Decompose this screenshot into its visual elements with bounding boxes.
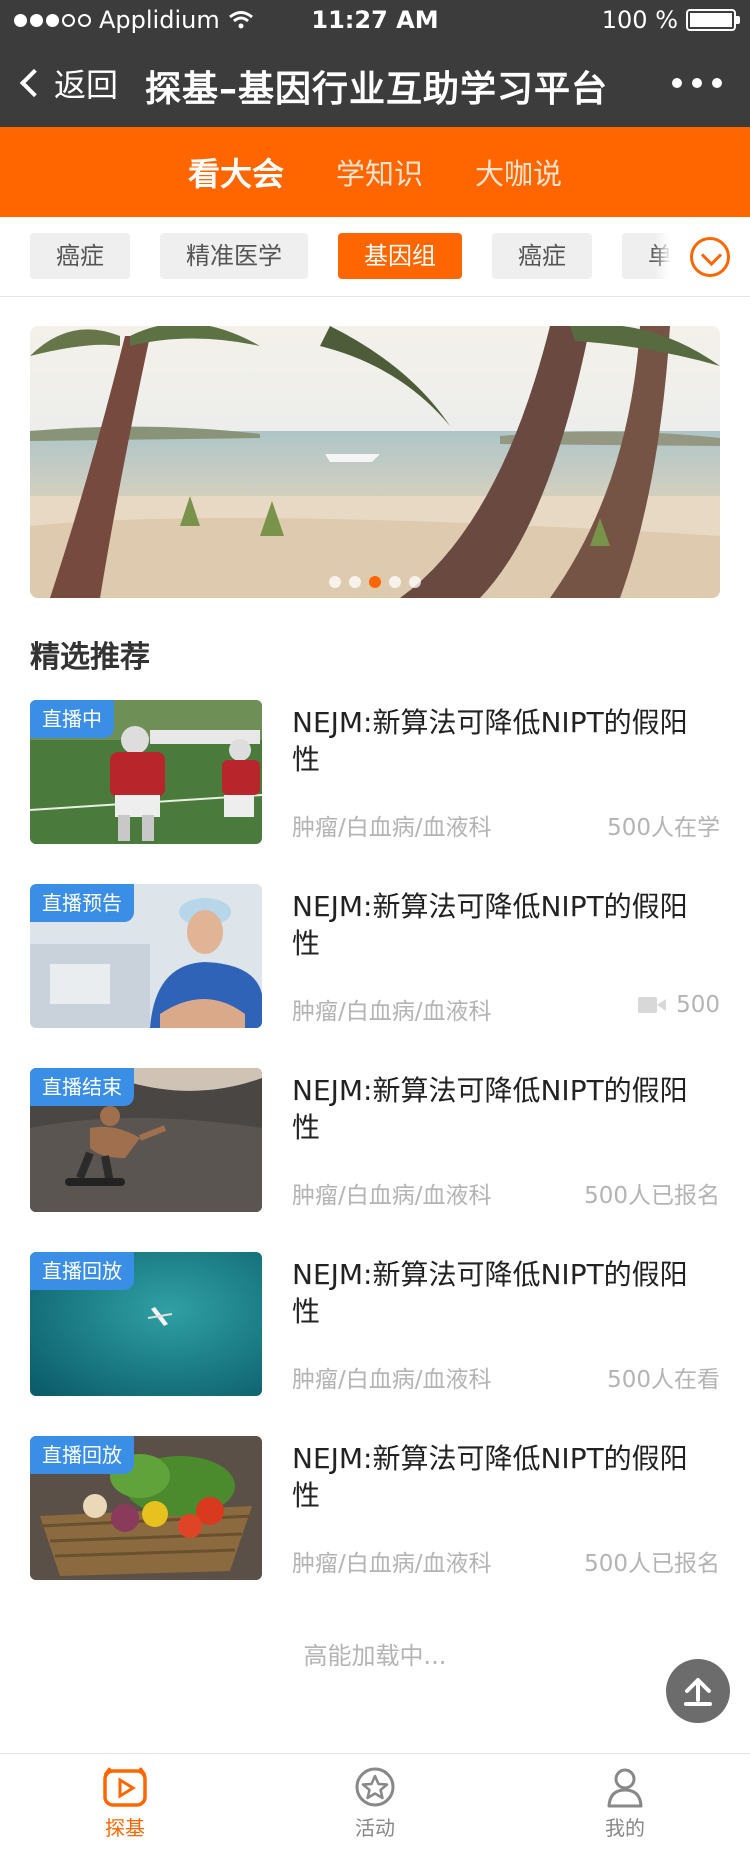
page-title: 探基–基因行业互助学习平台 — [145, 69, 609, 110]
bottom-tab-explore[interactable]: 探基 — [0, 1754, 250, 1851]
item-title: NEJM:新算法可降低NIPT的假阳性 — [292, 1074, 688, 1144]
item-tags: 肿瘤/白血病/血液科 — [292, 1367, 492, 1393]
live-status-badge: 直播中 — [30, 700, 114, 738]
item-stat: 500人在学 — [607, 808, 720, 842]
live-status-badge: 直播回放 — [30, 1436, 134, 1474]
bottom-tab-label: 我的 — [605, 1816, 645, 1840]
thumbnail-vegetables: 直播回放 — [30, 1436, 262, 1580]
chevron-down-icon — [690, 237, 730, 277]
category-bar: 癌症 精准医学 基因组 癌症 单细胞 — [0, 217, 750, 297]
tab-learn-knowledge[interactable]: 学知识 — [336, 151, 423, 193]
category-chip[interactable]: 癌症 — [492, 233, 592, 279]
back-button[interactable]: 返回 — [18, 60, 118, 106]
chevron-left-icon — [19, 68, 49, 98]
item-tags: 肿瘤/白血病/血液科 — [292, 815, 492, 841]
battery-percent: 100 % — [601, 6, 678, 34]
item-stat: 500人已报名 — [584, 1544, 720, 1578]
bottom-tab-bar: 探基 活动 我的 — [0, 1753, 750, 1851]
bottom-tab-label: 活动 — [355, 1816, 395, 1840]
category-chip[interactable]: 精准医学 — [160, 233, 308, 279]
item-stat-text: 500人已报名 — [584, 1183, 720, 1209]
category-chip[interactable]: 基因组 — [338, 233, 462, 279]
item-tags: 肿瘤/白血病/血液科 — [292, 1183, 492, 1209]
banner-carousel[interactable] — [30, 326, 720, 598]
top-bar: Applidium 11:27 AM 100 % 返回 探基–基因行业互助学习平… — [0, 0, 750, 127]
carousel-dot[interactable] — [349, 576, 361, 588]
beach-palm-banner-image — [30, 326, 720, 598]
item-stat: 500 — [638, 992, 720, 1018]
category-chip[interactable]: 癌症 — [30, 233, 130, 279]
battery-icon — [686, 9, 740, 31]
live-status-badge: 直播预告 — [30, 884, 134, 922]
thumbnail-skater: 直播结束 — [30, 1068, 262, 1212]
video-camera-icon — [638, 996, 667, 1014]
item-stat: 500人在看 — [607, 1360, 720, 1394]
list-item[interactable]: 直播预告 NEJM:新算法可降低NIPT的假阳性 肿瘤/白血病/血液科 500 — [30, 884, 720, 1068]
bottom-tab-profile[interactable]: 我的 — [500, 1754, 750, 1851]
back-to-top-button[interactable] — [666, 1659, 730, 1723]
primary-tabs: 看大会 学知识 大咖说 — [0, 127, 750, 217]
live-status-badge: 直播回放 — [30, 1252, 134, 1290]
item-stat-text: 500人在学 — [607, 815, 720, 841]
carousel-dot[interactable] — [389, 576, 401, 588]
user-icon — [607, 1768, 643, 1808]
tab-conference[interactable]: 看大会 — [188, 149, 284, 195]
item-tags: 肿瘤/白血病/血液科 — [292, 999, 492, 1025]
carousel-dot[interactable] — [409, 576, 421, 588]
live-status-badge: 直播结束 — [30, 1068, 134, 1106]
loading-indicator: 高能加载中... — [303, 1642, 447, 1670]
list-item[interactable]: 直播结束 NEJM:新算法可降低NIPT的假阳性 肿瘤/白血病/血液科 500人… — [30, 1068, 720, 1252]
section-title-featured: 精选推荐 — [30, 640, 150, 675]
status-bar: Applidium 11:27 AM 100 % — [0, 0, 750, 40]
item-stat-text: 500人在看 — [607, 1367, 720, 1393]
list-item[interactable]: 直播回放 NEJM:新算法可降低NIPT的假阳性 肿瘤/白血病/血液科 500人… — [30, 1252, 720, 1436]
carousel-pager — [30, 576, 720, 588]
list-item[interactable]: 直播回放 NEJM:新算法可降低NIPT的假阳性 肿瘤/白血病/血液科 500人… — [30, 1436, 720, 1620]
carousel-dot[interactable] — [329, 576, 341, 588]
item-title: NEJM:新算法可降低NIPT的假阳性 — [292, 1442, 688, 1512]
battery-info: 100 % — [601, 6, 740, 34]
item-stat-text: 500人已报名 — [584, 1551, 720, 1577]
bottom-tab-activity[interactable]: 活动 — [250, 1754, 500, 1851]
item-tags: 肿瘤/白血病/血液科 — [292, 1551, 492, 1577]
list-item[interactable]: 直播中 NEJM:新算法可降低NIPT的假阳性 肿瘤/白血病/血液科 500人在… — [30, 700, 720, 884]
item-title: NEJM:新算法可降低NIPT的假阳性 — [292, 890, 688, 960]
item-title: NEJM:新算法可降低NIPT的假阳性 — [292, 1258, 688, 1328]
back-label: 返回 — [54, 66, 119, 104]
category-chip-row: 癌症 精准医学 基因组 癌症 单细胞 — [30, 233, 746, 279]
arrow-up-icon — [684, 1678, 712, 1706]
featured-list: 直播中 NEJM:新算法可降低NIPT的假阳性 肿瘤/白血病/血液科 500人在… — [30, 700, 720, 1620]
carousel-dot[interactable] — [369, 576, 381, 588]
thumbnail-doctor: 直播预告 — [30, 884, 262, 1028]
tab-expert-talk[interactable]: 大咖说 — [475, 151, 562, 193]
thumbnail-ocean-boat: 直播回放 — [30, 1252, 262, 1396]
item-title: NEJM:新算法可降低NIPT的假阳性 — [292, 706, 688, 776]
thumbnail-football: 直播中 — [30, 700, 262, 844]
expand-categories-button[interactable] — [670, 217, 750, 296]
item-stat-text: 500 — [676, 992, 720, 1018]
star-icon — [355, 1767, 395, 1807]
item-stat: 500人已报名 — [584, 1176, 720, 1210]
navigation-bar: 返回 探基–基因行业互助学习平台 — [0, 40, 750, 127]
more-options-icon[interactable] — [672, 78, 722, 88]
play-icon — [103, 1767, 147, 1807]
bottom-tab-label: 探基 — [105, 1816, 145, 1840]
